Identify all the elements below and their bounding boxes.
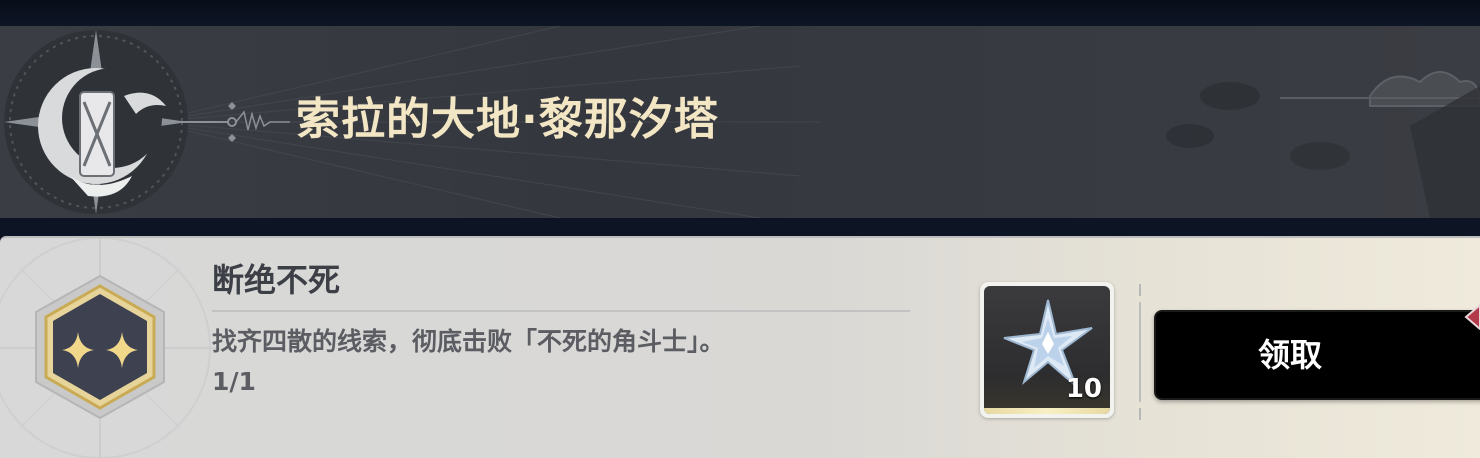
reward-count: 10 — [1065, 374, 1102, 404]
red-diamond-dot-icon — [1464, 304, 1480, 330]
cloud-decoration — [1166, 71, 1480, 218]
achievement-title: 断绝不死 — [212, 261, 341, 299]
top-background-strip — [0, 0, 1480, 26]
moon-lantern-crest-icon — [4, 30, 290, 214]
title-divider — [212, 310, 910, 312]
region-banner: 索拉的大地·黎那汐塔 — [0, 26, 1480, 218]
achievement-card: 断绝不死 找齐四散的线索，彻底击败「不死的角斗士」。 1/1 10 领取 — [0, 236, 1480, 458]
region-title: 索拉的大地·黎那汐塔 — [296, 94, 719, 145]
two-stars-hexagon-icon — [35, 274, 165, 420]
reward-rarity-glow — [984, 408, 1110, 414]
achievement-progress: 1/1 — [212, 367, 256, 396]
claim-button-label: 领取 — [1257, 336, 1322, 374]
reward-item[interactable]: 10 — [980, 282, 1114, 418]
reward-item-frame: 10 — [984, 286, 1110, 414]
achievement-description: 找齐四散的线索，彻底击败「不死的角斗士」。 — [212, 327, 725, 356]
claim-button[interactable]: 领取 — [1154, 310, 1480, 400]
section-gap — [0, 218, 1480, 236]
